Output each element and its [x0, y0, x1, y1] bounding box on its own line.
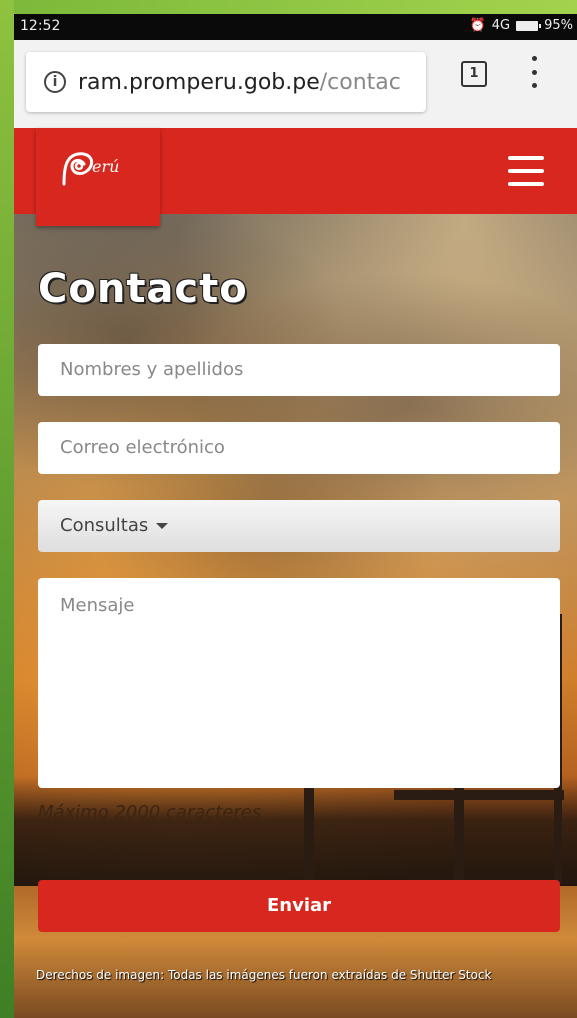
topic-select[interactable]: Consultas: [38, 500, 560, 552]
image-credits: Derechos de imagen: Todas las imágenes f…: [36, 968, 492, 982]
battery-icon: [516, 20, 542, 31]
name-input[interactable]: Nombres y apellidos: [38, 344, 560, 396]
peru-logo[interactable]: erú: [36, 128, 160, 226]
browser-toolbar: i ram.promperu.gob.pe/contac: [14, 40, 577, 128]
page-title: Contacto: [38, 266, 248, 312]
browser-menu-icon[interactable]: [532, 56, 540, 88]
url-host: ram.promperu.gob.pe: [78, 69, 320, 95]
background-edge: [0, 0, 577, 14]
url-text[interactable]: ram.promperu.gob.pe/contac: [78, 70, 401, 95]
crane-silhouette: [304, 784, 314, 884]
phone-screen: 12:52 ⏰ 4G 95% i ram.promperu.gob.pe/con…: [14, 14, 577, 1018]
email-input[interactable]: Correo electrónico: [38, 422, 560, 474]
caret-down-icon: [156, 523, 169, 529]
url-path: /contac: [319, 69, 401, 95]
peru-logo-icon: erú: [62, 152, 119, 186]
topic-select-value: Consultas: [60, 515, 149, 536]
submit-button[interactable]: Enviar: [38, 880, 560, 932]
logo-text: erú: [92, 157, 119, 176]
tab-switcher-button[interactable]: 1: [461, 61, 487, 87]
status-time: 12:52: [20, 18, 61, 34]
network-label: 4G: [491, 18, 511, 33]
status-bar: 12:52 ⏰ 4G 95%: [14, 14, 577, 40]
message-textarea[interactable]: Mensaje: [38, 578, 560, 788]
background-edge-left: [0, 0, 14, 1018]
max-characters-note: Máximo 2000 caracteres: [38, 802, 262, 823]
hamburger-menu-icon[interactable]: [508, 156, 544, 186]
alarm-icon: ⏰: [469, 18, 486, 33]
battery-level: 95%: [544, 18, 573, 33]
address-bar[interactable]: i ram.promperu.gob.pe/contac: [26, 52, 426, 112]
info-icon[interactable]: i: [44, 71, 66, 93]
status-icons: ⏰ 4G 95%: [470, 18, 573, 33]
crane-silhouette: [394, 790, 564, 800]
